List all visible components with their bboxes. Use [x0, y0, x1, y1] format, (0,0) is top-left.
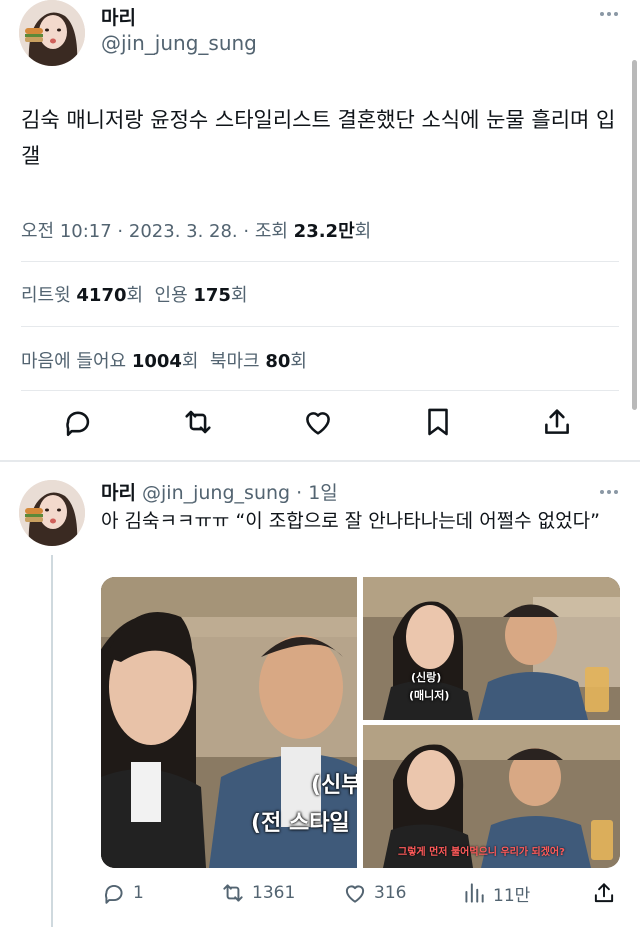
- time-separator: ·: [290, 482, 309, 504]
- view-count: 11만: [493, 885, 531, 906]
- likes-suffix: 회: [181, 351, 199, 372]
- reply-icon[interactable]: [61, 405, 95, 439]
- like-bookmark-stats: 마음에 들어요 1004회 북마크 80회: [21, 347, 307, 373]
- avatar[interactable]: [19, 480, 85, 546]
- quotes-label: 인용: [154, 285, 194, 306]
- caption-text: (매니저): [409, 689, 450, 702]
- caption-text: (신랑): [411, 671, 442, 684]
- scrollbar[interactable]: [632, 60, 637, 410]
- thread-line: [51, 555, 53, 927]
- tweet-separator: [0, 460, 640, 462]
- like-button[interactable]: 316: [342, 880, 406, 906]
- retweets-stat[interactable]: 리트윗 4170회: [21, 285, 143, 306]
- divider: [21, 390, 619, 391]
- more-options-icon[interactable]: [600, 490, 618, 494]
- likes-label: 마음에 들어요: [21, 351, 132, 372]
- views-icon: [465, 883, 484, 903]
- media-photo-top-right[interactable]: (신랑) (매니저): [363, 577, 620, 720]
- like-count: 316: [374, 883, 407, 903]
- view-count-suffix: 회: [354, 221, 372, 242]
- caption-text: (신부: [311, 773, 357, 798]
- quotes-suffix: 회: [230, 285, 248, 306]
- handle[interactable]: @jin_jung_sung: [101, 31, 257, 55]
- handle[interactable]: @jin_jung_sung: [142, 482, 290, 504]
- caption-text: (전 스타일: [251, 811, 350, 836]
- reply-action-bar: 1 1361 316 11만: [101, 880, 621, 910]
- retweets-suffix: 회: [126, 285, 144, 306]
- divider: [21, 326, 619, 327]
- share-button[interactable]: [591, 880, 617, 906]
- share-icon[interactable]: [540, 405, 574, 439]
- reply-button[interactable]: 1: [101, 880, 144, 906]
- retweet-quote-stats: 리트윗 4170회 인용 175회: [21, 281, 248, 307]
- share-icon: [594, 883, 614, 903]
- bookmarks-count: 80: [265, 351, 291, 372]
- avatar[interactable]: [19, 0, 85, 66]
- tweet-action-bar: [0, 405, 640, 445]
- like-icon[interactable]: [301, 405, 335, 439]
- bookmarks-label: 북마크: [209, 351, 266, 372]
- like-icon: [345, 885, 365, 903]
- quotes-count: 175: [193, 285, 231, 306]
- bookmarks-stat[interactable]: 북마크 80회: [210, 351, 307, 372]
- reply-count: 1: [133, 883, 144, 903]
- display-name[interactable]: 마리: [101, 3, 136, 30]
- retweets-count: 4170: [76, 285, 127, 306]
- retweets-label: 리트윗: [21, 285, 77, 306]
- more-options-icon[interactable]: [600, 12, 618, 16]
- reply-icon: [105, 885, 123, 904]
- view-count: 23.2만: [293, 221, 355, 242]
- tweet-timestamp[interactable]: 오전 10:17 · 2023. 3. 28. · 조회 23.2만회: [21, 217, 371, 243]
- views-button[interactable]: 11만: [461, 880, 530, 906]
- likes-count: 1004: [131, 351, 182, 372]
- media-photo-left[interactable]: (신부 (전 스타일: [101, 577, 357, 868]
- caption-text: 그렇게 먼저 불어먹으니 우리가 되겠어?: [398, 847, 565, 858]
- retweet-icon[interactable]: [181, 405, 215, 439]
- reply-text: 아 김숙ㅋㅋㅠㅠ “이 조합으로 잘 안나타나는데 어쩔수 없었다”: [101, 510, 600, 532]
- retweet-icon: [223, 884, 243, 902]
- bookmarks-suffix: 회: [290, 351, 307, 372]
- media-grid: (신부 (전 스타일 (신랑) (매니저) 그렇게 먼저 불어먹으니 우리가 되…: [101, 577, 620, 868]
- display-name[interactable]: 마리: [101, 482, 136, 504]
- retweet-count: 1361: [252, 883, 296, 903]
- bookmark-icon[interactable]: [421, 405, 455, 439]
- retweet-button[interactable]: 1361: [220, 880, 295, 906]
- reply-header: 마리 @jin_jung_sung · 1일: [101, 478, 338, 505]
- quotes-stat[interactable]: 인용 175회: [155, 285, 248, 306]
- media-photo-bottom-right[interactable]: 그렇게 먼저 불어먹으니 우리가 되겠어?: [363, 725, 620, 868]
- timestamp-text: 오전 10:17 · 2023. 3. 28. · 조회: [21, 221, 294, 242]
- divider: [21, 261, 619, 262]
- tweet-text: 김숙 매니저랑 윤정수 스타일리스트 결혼했단 소식에 눈물 흘리며 입갤: [21, 108, 616, 168]
- reply-time[interactable]: 1일: [308, 482, 338, 504]
- likes-stat[interactable]: 마음에 들어요 1004회: [21, 351, 198, 372]
